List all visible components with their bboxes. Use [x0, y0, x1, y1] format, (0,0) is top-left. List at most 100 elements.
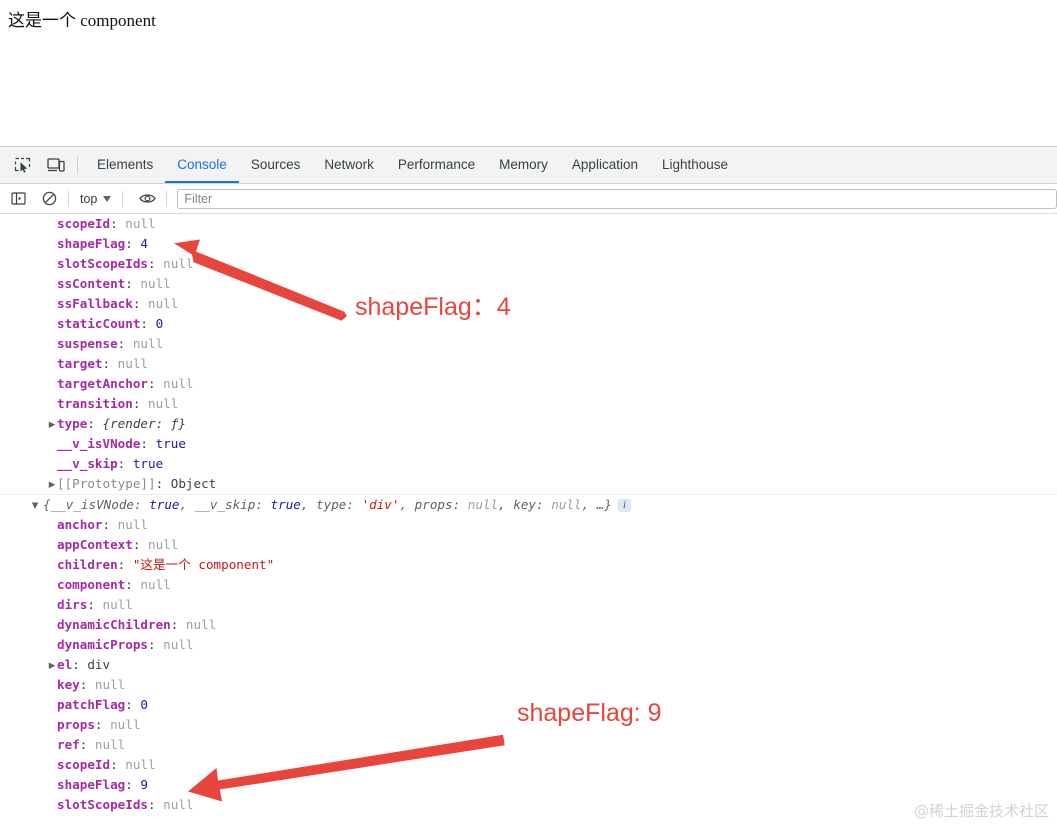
object-property-row: scopeId: null [0, 755, 1057, 775]
eye-icon[interactable] [134, 187, 160, 211]
object-property-row: targetAnchor: null [0, 374, 1057, 394]
sidebar-icon[interactable] [5, 187, 31, 211]
property-value: null [102, 597, 133, 612]
object-property-row: __v_isVNode: true [0, 434, 1057, 454]
object-property-row: key: null [0, 675, 1057, 695]
property-key: dynamicProps [57, 637, 148, 652]
property-separator: : [125, 236, 141, 251]
property-separator: : [72, 657, 88, 672]
tab-lighthouse[interactable]: Lighthouse [650, 148, 740, 183]
property-key: shapeFlag [57, 236, 126, 251]
filterbar-divider-1 [68, 190, 69, 207]
inspect-element-icon[interactable] [8, 151, 36, 179]
property-separator: : [117, 557, 133, 572]
property-key: children [57, 557, 118, 572]
property-key: type [57, 416, 88, 431]
page-content-area: 这是一个 component [0, 0, 1057, 146]
property-value: null [140, 577, 171, 592]
object-property-row: dynamicProps: null [0, 635, 1057, 655]
object-property-row: suspense: null [0, 334, 1057, 354]
tab-performance[interactable]: Performance [386, 148, 487, 183]
tab-sources[interactable]: Sources [239, 148, 313, 183]
chevron-right-icon[interactable]: ▶ [47, 656, 57, 676]
chevron-down-icon[interactable]: ▼ [30, 496, 40, 516]
object-property-row[interactable]: ▶ el: div [0, 655, 1057, 675]
property-separator: : [125, 577, 141, 592]
property-value: "这是一个 component" [132, 557, 275, 572]
object-property-row: target: null [0, 354, 1057, 374]
property-separator: : [125, 777, 141, 792]
object-property-row[interactable]: ▶ [[Prototype]]: Object [0, 474, 1057, 494]
property-value: 0 [155, 316, 164, 331]
chevron-right-icon[interactable]: ▶ [47, 415, 57, 435]
property-value: null [110, 717, 141, 732]
property-value: true [132, 456, 164, 471]
object-property-row[interactable]: ▶ type: {render: ƒ} [0, 414, 1057, 434]
property-key: dynamicChildren [57, 617, 171, 632]
execution-context-selector[interactable]: top [75, 190, 116, 208]
property-key: el [57, 657, 73, 672]
object-property-row: ref: null [0, 735, 1057, 755]
info-badge-icon[interactable]: i [617, 499, 631, 512]
property-key: transition [57, 396, 133, 411]
object-property-row: transition: null [0, 394, 1057, 414]
clear-console-icon[interactable] [36, 187, 62, 211]
property-value: null [163, 797, 194, 812]
page-component-text: 这是一个 component [8, 11, 156, 30]
property-value: null [94, 677, 126, 692]
property-key: shapeFlag [57, 777, 126, 792]
property-key: ssContent [57, 276, 126, 291]
property-separator: : [79, 737, 95, 752]
property-value: null [117, 517, 149, 532]
property-value: {render: ƒ} [102, 416, 186, 431]
chevron-right-icon[interactable]: ▶ [47, 475, 57, 495]
property-key: suspense [57, 336, 118, 351]
property-value: 0 [140, 697, 149, 712]
property-value: true [155, 436, 186, 451]
property-value: null [117, 356, 149, 371]
property-separator: : [87, 416, 103, 431]
filterbar-divider-3 [166, 190, 168, 207]
property-separator: : [148, 256, 164, 271]
property-key: slotScopeIds [57, 256, 148, 271]
property-value: null [125, 216, 156, 231]
object-property-row: component: null [0, 575, 1057, 595]
property-separator: : [79, 677, 95, 692]
property-separator: : [117, 336, 133, 351]
object-property-row: shapeFlag: 4 [0, 234, 1057, 254]
tab-memory[interactable]: Memory [487, 148, 560, 183]
property-separator: : [140, 436, 156, 451]
property-separator: : [102, 356, 118, 371]
property-value: null [148, 396, 179, 411]
console-output[interactable]: scopeId: null shapeFlag: 4 slotScopeIds: n… [0, 214, 1057, 828]
property-value: null [94, 737, 126, 752]
object-property-row: dynamicChildren: null [0, 615, 1057, 635]
tab-application[interactable]: Application [560, 148, 650, 183]
property-value: null [163, 637, 194, 652]
console-object-header[interactable]: ▼ {__v_isVNode: true, __v_skip: true, typ… [0, 495, 1057, 515]
property-value: 9 [140, 777, 149, 792]
toolbar-divider [77, 156, 78, 174]
property-separator: : [155, 476, 171, 491]
property-separator: : [132, 296, 148, 311]
object-property-row: anchor: null [0, 515, 1057, 535]
tab-elements[interactable]: Elements [85, 148, 165, 183]
console-message: ▼ {__v_isVNode: true, __v_skip: true, typ… [0, 494, 1057, 815]
filter-input[interactable] [177, 188, 1057, 209]
property-key: __v_skip [57, 456, 118, 471]
tab-console[interactable]: Console [165, 148, 239, 183]
property-separator: : [110, 757, 126, 772]
property-separator: : [140, 316, 156, 331]
console-filterbar: top [0, 184, 1057, 214]
property-value: Object [170, 476, 217, 491]
property-key: staticCount [57, 316, 141, 331]
object-property-row: slotScopeIds: null [0, 254, 1057, 274]
property-separator: : [148, 637, 164, 652]
tab-network[interactable]: Network [312, 148, 386, 183]
object-property-row: __v_skip: true [0, 454, 1057, 474]
property-key: props [57, 717, 95, 732]
device-toolbar-icon[interactable] [42, 151, 70, 179]
object-preview: {__v_isVNode: true, __v_skip: true, type… [43, 497, 612, 512]
property-value: null [163, 256, 194, 271]
object-property-row: ssContent: null [0, 274, 1057, 294]
